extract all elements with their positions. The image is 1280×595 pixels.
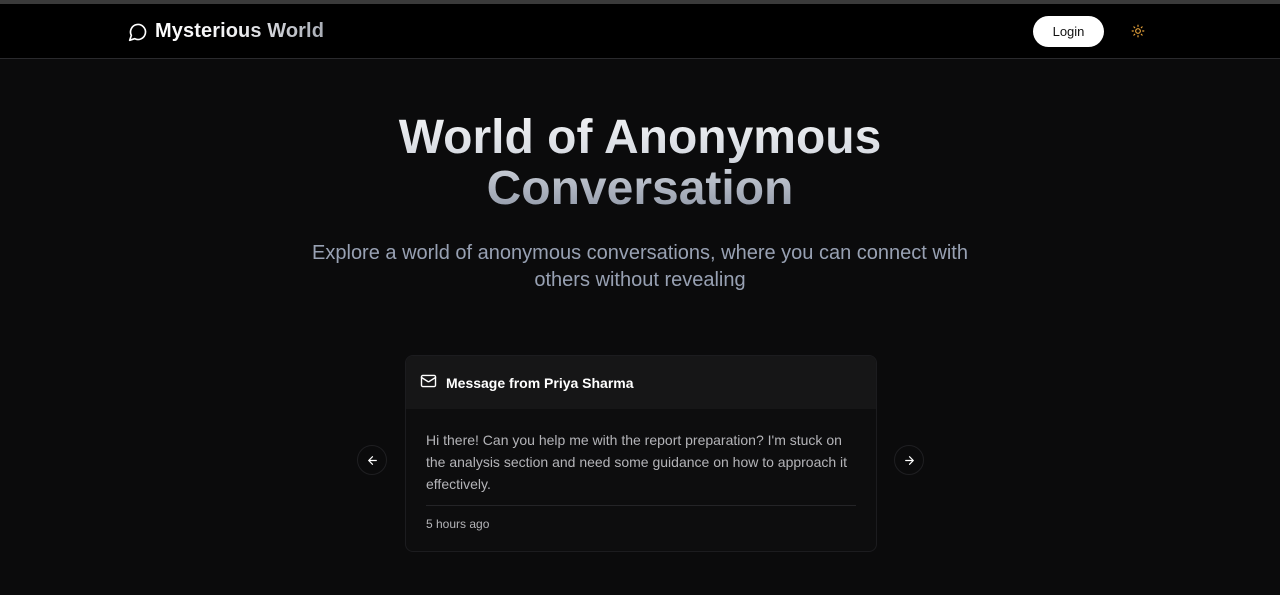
message-content: Hi there! Can you help me with the repor… (426, 432, 848, 492)
message-timestamp: 5 hours ago (426, 517, 490, 531)
message-card: Message from Priya Sharma Hi there! Can … (405, 355, 877, 552)
carousel-next-button[interactable] (894, 445, 924, 475)
divider (426, 505, 856, 506)
arrow-left-icon (367, 455, 377, 465)
message-title: Message from Priya Sharma (446, 374, 634, 391)
message-card-body: Hi there! Can you help me with the repor… (406, 409, 876, 531)
message-card-header: Message from Priya Sharma (406, 356, 876, 409)
sun-icon (1131, 24, 1145, 38)
hero-subtitle: Explore a world of anonymous conversatio… (312, 242, 968, 291)
mail-icon (420, 374, 437, 387)
brand-name: Mysterious World (155, 20, 325, 42)
message-circle-icon (128, 23, 147, 41)
arrow-right-icon (904, 455, 914, 465)
brand[interactable]: Mysterious World (128, 4, 324, 59)
carousel-previous-button[interactable] (357, 445, 387, 475)
hero-title: World of Anonymous Conversation (340, 112, 940, 214)
login-button[interactable]: Login (1033, 16, 1104, 47)
theme-toggle-button[interactable] (1126, 19, 1150, 43)
navbar: Mysterious World Login (0, 4, 1280, 59)
